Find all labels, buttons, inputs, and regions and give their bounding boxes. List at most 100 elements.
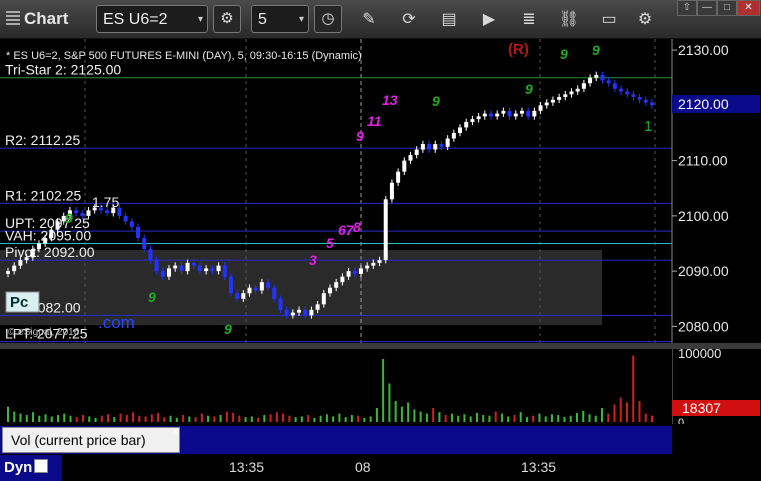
- volume-bar: [607, 413, 610, 422]
- drag-grip-icon[interactable]: [6, 11, 20, 25]
- volume-panel-label[interactable]: Vol (current price bar): [2, 427, 180, 453]
- candle-body: [235, 293, 240, 299]
- pencil-icon[interactable]: ✎: [358, 9, 380, 31]
- candle-body: [340, 276, 345, 283]
- chat-icon[interactable]: ▭: [598, 9, 620, 31]
- candle-body: [526, 110, 531, 117]
- pane-splitter[interactable]: [0, 343, 761, 349]
- level-label: R1: 2102.25: [5, 187, 81, 203]
- candle-body: [513, 113, 518, 117]
- close-icon[interactable]: ×: [172, 426, 178, 438]
- toolbar: Chart ES U6=2 ▾ ⚙ 5 ▾ ◷ ✎ ⟳ ▤ ▶ ≣ ⛓ ▭ ⚙ …: [0, 0, 761, 39]
- time-axis: [0, 454, 672, 481]
- candle-body: [501, 110, 506, 114]
- candle-body: [625, 91, 630, 95]
- volume-bar: [38, 415, 41, 422]
- dynamic-mode-button[interactable]: Dyn: [0, 455, 62, 481]
- candle-body: [321, 293, 326, 305]
- volume-bar: [113, 417, 116, 422]
- seq-9-green: 9: [560, 46, 568, 62]
- volume-axis-zero: 0: [678, 417, 684, 424]
- chart-area[interactable]: Tri-Star 2: 2125.00 R2: 2112.25 R1: 2102.2…: [0, 39, 761, 429]
- volume-bar: [282, 413, 285, 422]
- candle-body: [160, 271, 165, 277]
- symbol-input[interactable]: ES U6=2 ▾: [96, 5, 208, 33]
- candle-body: [222, 265, 227, 277]
- candle-body: [328, 287, 332, 294]
- seq-9-green: 9: [432, 93, 440, 109]
- app-title[interactable]: Chart: [6, 9, 68, 29]
- restore-button[interactable]: ⇧: [677, 0, 697, 16]
- seq-5: 5: [326, 235, 334, 251]
- minimize-button[interactable]: —: [697, 0, 717, 16]
- candle-body: [49, 229, 54, 238]
- candle-body: [637, 97, 642, 100]
- play-icon[interactable]: ▶: [478, 9, 500, 31]
- price-chart[interactable]: Tri-Star 2: 2125.00 R2: 2112.25 R1: 2102.2…: [0, 39, 761, 429]
- volume-bar: [238, 415, 241, 422]
- interval-input[interactable]: 5 ▾: [251, 5, 309, 33]
- volume-bar: [463, 414, 466, 422]
- level-label: VAH: 2095.00: [5, 228, 91, 244]
- candle-body: [86, 210, 91, 216]
- candle-body: [136, 226, 141, 238]
- refresh-icon[interactable]: ⟳: [398, 9, 420, 31]
- volume-bar: [169, 415, 172, 422]
- candle-body: [241, 293, 246, 299]
- candle-body: [154, 260, 159, 272]
- candle-body: [365, 265, 370, 269]
- candle-body: [575, 88, 580, 92]
- volume-bar: [157, 412, 160, 422]
- volume-bar: [407, 402, 410, 422]
- properties-icon[interactable]: ≣: [518, 9, 540, 31]
- candle-body: [105, 210, 110, 214]
- maximize-button[interactable]: □: [717, 0, 737, 16]
- volume-bar: [294, 417, 297, 422]
- candle-body: [594, 74, 599, 78]
- volume-bar: [7, 406, 9, 422]
- volume-bar: [444, 415, 447, 422]
- axis-tick-label: 2110.00: [678, 153, 728, 169]
- candle-body: [315, 304, 320, 310]
- close-button[interactable]: ✕: [737, 0, 760, 16]
- volume-bar: [619, 397, 622, 422]
- clock-icon[interactable]: ◷: [314, 5, 342, 33]
- candle-body: [643, 99, 648, 103]
- candle-body: [12, 265, 17, 272]
- volume-bar: [513, 415, 516, 422]
- level-label: Pivot: 2092.00: [5, 244, 95, 260]
- volume-bar: [357, 415, 360, 422]
- volume-pane-bg: [0, 349, 672, 424]
- volume-bar: [182, 415, 185, 422]
- candle-body: [451, 132, 456, 139]
- volume-bar: [32, 412, 35, 422]
- chevron-down-icon[interactable]: ▾: [198, 6, 203, 34]
- axis-tick-label: 2090.00: [678, 263, 729, 279]
- gear-icon[interactable]: ⚙: [213, 5, 241, 33]
- volume-bar: [269, 414, 272, 422]
- link-icon[interactable]: ⛓: [558, 9, 580, 31]
- volume-bar: [107, 414, 110, 422]
- quote-icon[interactable]: ▤: [438, 9, 460, 31]
- volume-bar: [569, 415, 572, 422]
- candle-body: [402, 160, 407, 172]
- candle-body: [278, 298, 283, 310]
- dynamic-mode-label: Dyn: [4, 459, 33, 476]
- volume-bar: [300, 416, 303, 422]
- volume-bar: [394, 401, 397, 422]
- volume-bar: [432, 408, 435, 422]
- settings-icon[interactable]: ⚙: [634, 9, 656, 31]
- volume-bar: [600, 408, 603, 422]
- candle-body: [197, 265, 202, 272]
- axis-tick-label: 2130.00: [678, 42, 729, 58]
- chevron-down-icon[interactable]: ▾: [299, 6, 304, 34]
- price-axis-bg: [672, 39, 761, 343]
- level-label: Tri-Star 2: 2125.00: [5, 62, 121, 78]
- seq-9: 9: [356, 128, 364, 144]
- axis-corner: [673, 424, 761, 481]
- seq-9-green: 9: [224, 321, 232, 337]
- candle-body: [544, 102, 549, 106]
- calendar-icon[interactable]: [34, 459, 49, 473]
- volume-bar: [450, 413, 453, 422]
- candle-body: [371, 262, 376, 266]
